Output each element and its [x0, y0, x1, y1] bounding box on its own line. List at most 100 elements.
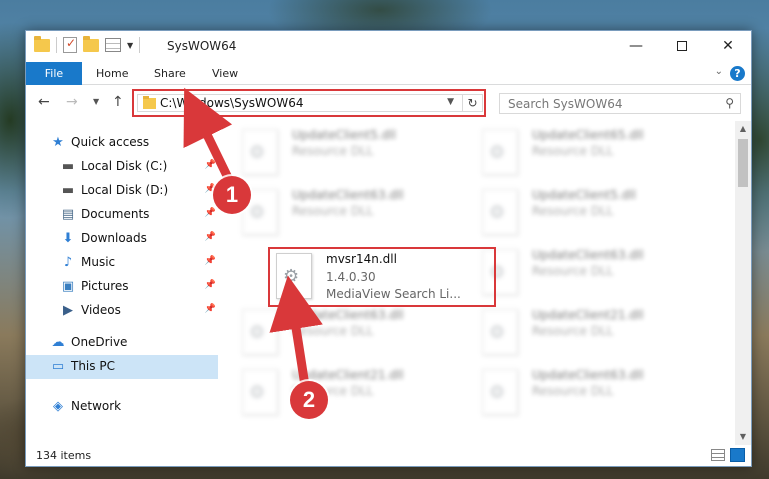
sidebar-item-label: Network [71, 399, 122, 413]
pin-icon[interactable]: 📌 [205, 160, 216, 170]
minimize-button[interactable]: — [613, 31, 659, 61]
navigation-pane: ★ Quick access ▬ Local Disk (C:) 📌 ▬ Local Dis… [26, 125, 218, 445]
tab-share[interactable]: Share [154, 62, 186, 85]
details-view-icon[interactable] [711, 449, 725, 461]
address-bar[interactable]: C:\Windows\SysWOW64 ▼ ↻ [137, 94, 483, 112]
maximize-icon [677, 41, 687, 51]
file-item[interactable]: UpdateClient63.dll Resource DLL [236, 185, 436, 241]
sidebar-item-label: Music [81, 255, 116, 269]
file-name: UpdateClient21.dll [292, 368, 404, 382]
file-item[interactable]: UpdateClient5.dll Resource DLL [476, 185, 676, 241]
scrollbar-thumb[interactable] [738, 139, 748, 187]
dll-file-icon [482, 369, 518, 415]
tab-file[interactable]: File [26, 62, 82, 85]
properties-list-icon[interactable] [105, 38, 121, 52]
file-name: UpdateClient63.dll [292, 188, 404, 202]
file-item[interactable]: UpdateClient63.dll Resource DLL [236, 305, 436, 361]
file-type: Resource DLL [532, 144, 614, 158]
dll-file-icon [242, 309, 278, 355]
dll-file-icon [482, 189, 518, 235]
customize-toolbar-chevron-icon[interactable]: ▼ [127, 41, 133, 50]
sidebar-item-label: Videos [81, 303, 121, 317]
file-item[interactable]: UpdateClient63.dll Resource DLL [476, 365, 676, 421]
title-bar: ▼ SysWOW64 — ✕ [26, 31, 751, 62]
sidebar-item[interactable]: ▬ Local Disk (C:) 📌 [26, 155, 218, 179]
search-input[interactable]: Search SysWOW64 ⚲ [499, 93, 741, 114]
forward-arrow-icon[interactable]: → [66, 94, 78, 110]
address-bar-highlight: C:\Windows\SysWOW64 ▼ ↻ [132, 89, 486, 117]
up-arrow-icon[interactable]: ↑ [112, 94, 124, 110]
pin-icon[interactable]: 📌 [205, 304, 216, 314]
file-item[interactable]: UpdateClient5.dll Resource DLL [236, 125, 436, 181]
expand-ribbon-chevron-icon[interactable]: ⌄ [715, 66, 723, 77]
file-name: UpdateClient21.dll [532, 308, 644, 322]
dll-file-icon [276, 253, 312, 299]
item-count: 134 items [36, 449, 92, 462]
file-name: UpdateClient63.dll [532, 248, 644, 262]
document-icon: ▤ [61, 207, 75, 222]
file-name: UpdateClient5.dll [292, 128, 396, 142]
sidebar-item[interactable]: ☁ OneDrive [26, 331, 218, 355]
quick-access-toolbar: ▼ [34, 35, 141, 53]
scroll-up-arrow-icon[interactable]: ▲ [735, 121, 751, 137]
status-bar: 134 items [26, 445, 751, 467]
file-item[interactable]: UpdateClient21.dllResource DLL [236, 365, 436, 421]
videos-icon: ▶ [63, 303, 73, 318]
refresh-icon[interactable]: ↻ [462, 94, 482, 112]
sidebar-item[interactable]: ▶ Videos 📌 [26, 299, 218, 323]
callout-badge-2: 2 [290, 381, 328, 419]
sidebar-item[interactable]: ▭ This PC [26, 355, 218, 379]
file-type: Resource DLL [292, 204, 374, 218]
sidebar-item[interactable]: ▣ Pictures 📌 [26, 275, 218, 299]
music-icon: ♪ [63, 255, 73, 270]
tiles-view-icon[interactable] [730, 448, 745, 462]
sidebar-item-label: Documents [81, 207, 150, 221]
sidebar-item[interactable]: ♪ Music 📌 [26, 251, 218, 275]
sidebar-item-label: Pictures [81, 279, 129, 293]
dll-file-icon [242, 129, 278, 175]
search-icon[interactable]: ⚲ [725, 96, 734, 110]
network-icon: ◈ [53, 399, 63, 414]
close-button[interactable]: ✕ [705, 31, 751, 61]
address-path[interactable]: C:\Windows\SysWOW64 [160, 96, 304, 110]
folder-icon [143, 96, 156, 109]
file-version: 1.4.0.30 [326, 270, 376, 284]
computer-icon: ▭ [51, 359, 65, 374]
sidebar-item[interactable]: ▬ Local Disk (D:) 📌 [26, 179, 218, 203]
sidebar-item[interactable]: ★ Quick access [26, 131, 218, 155]
properties-check-icon[interactable] [63, 36, 77, 53]
tab-home[interactable]: Home [96, 62, 128, 85]
file-item-mvsr14n[interactable]: mvsr14n.dll 1.4.0.30 MediaView Search Li..… [270, 249, 470, 305]
file-item[interactable]: UpdateClient65.dll Resource DLL [476, 125, 676, 181]
sidebar-item[interactable]: ▤ Documents 📌 [26, 203, 218, 227]
dll-file-icon [242, 369, 278, 415]
vertical-scrollbar[interactable]: ▲ ▼ [735, 121, 751, 445]
maximize-button[interactable] [659, 31, 705, 61]
new-folder-icon[interactable] [83, 35, 99, 52]
address-history-chevron-icon[interactable]: ▼ [447, 97, 454, 107]
tab-view[interactable]: View [212, 62, 238, 85]
callout-badge-1: 1 [213, 176, 251, 214]
pin-icon[interactable]: 📌 [205, 232, 216, 242]
back-arrow-icon[interactable]: ← [38, 94, 50, 110]
file-type: Resource DLL [532, 384, 614, 398]
star-icon: ★ [52, 135, 64, 150]
scroll-down-arrow-icon[interactable]: ▼ [735, 429, 751, 445]
pin-icon[interactable]: 📌 [205, 280, 216, 290]
download-icon: ⬇ [62, 231, 74, 246]
file-item[interactable]: UpdateClient63.dll Resource DLL [476, 245, 676, 301]
sidebar-item[interactable]: ◈ Network [26, 395, 218, 419]
ribbon-tabs: File Home Share View ⌄ ? [26, 62, 751, 85]
help-icon[interactable]: ? [730, 66, 745, 81]
sidebar-item-label: This PC [71, 359, 115, 373]
file-name: mvsr14n.dll [326, 252, 397, 266]
dll-file-icon [482, 309, 518, 355]
recent-locations-chevron-icon[interactable]: ▼ [93, 97, 99, 106]
file-item[interactable]: UpdateClient21.dllResource DLL [476, 305, 676, 361]
pin-icon[interactable]: 📌 [205, 256, 216, 266]
file-name: UpdateClient5.dll [532, 188, 636, 202]
pin-icon[interactable]: 📌 [205, 208, 216, 218]
cloud-icon: ☁ [51, 335, 65, 350]
navigation-bar: ← → ▼ ↑ C:\Windows\SysWOW64 ▼ ↻ Search S… [26, 85, 751, 121]
sidebar-item[interactable]: ⬇ Downloads 📌 [26, 227, 218, 251]
